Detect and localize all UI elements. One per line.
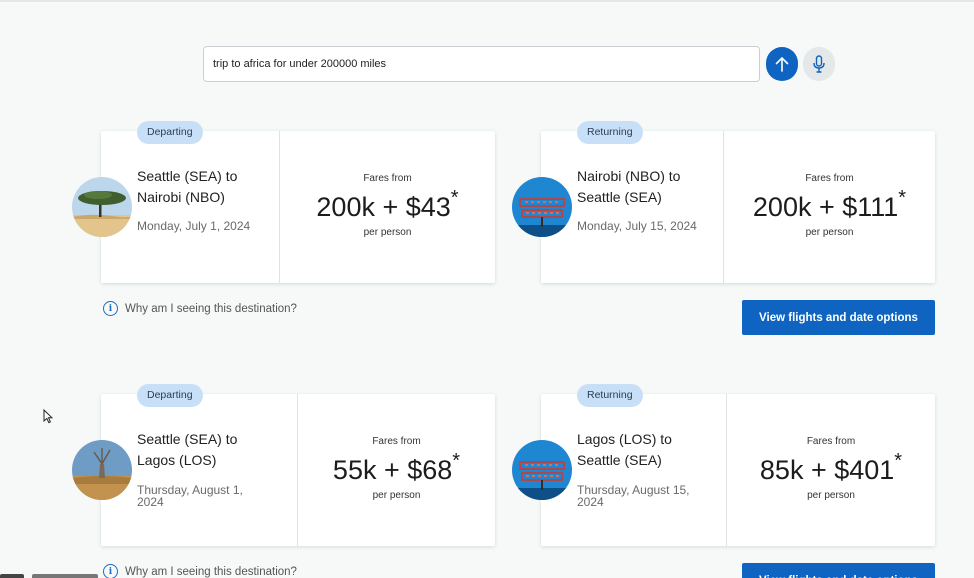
fare-section: Fares from 200k + $111* per person [724,131,935,283]
route-text: Seattle (SEA) to Lagos (LOS) [137,431,238,468]
fare-asterisk: * [450,187,459,209]
taskbar-item[interactable] [32,574,98,578]
fare-price-value: 200k + $43 [316,192,451,222]
fare-section: Fares from 200k + $43* per person [280,131,495,283]
fare-price: 55k + $68* [298,450,495,486]
per-person-label: per person [363,227,412,238]
returning-badge: Returning [577,384,643,407]
fare-price-value: 200k + $111 [752,192,899,222]
date-text: Thursday, August 1, 2024 [137,483,243,509]
fare-asterisk: * [894,450,903,472]
per-person-label: per person [807,490,855,501]
arrow-up-icon [775,56,789,72]
fare-price: 85k + $401* [727,450,935,486]
view-flights-button[interactable]: View flights and date options [742,563,935,578]
fares-from-label: Fares from [805,173,854,184]
view-flights-button[interactable]: View flights and date options [742,300,935,335]
search-input[interactable] [204,47,759,81]
public-market-sign-icon [512,177,572,237]
info-icon: i [103,564,118,578]
fare-price-value: 55k + $68 [332,455,453,485]
per-person-label: per person [372,490,421,501]
public-market-sign-icon [512,440,572,500]
departing-card[interactable]: Seattle (SEA) to Lagos (LOS) Thursday, A… [101,394,495,546]
fares-from-label: Fares from [372,436,421,447]
returning-card[interactable]: Nairobi (NBO) to Seattle (SEA) Monday, J… [541,131,935,283]
departing-badge: Departing [137,384,203,407]
why-destination-link[interactable]: i Why am I seeing this destination? [103,564,297,578]
microphone-button[interactable] [803,47,835,81]
per-person-label: per person [805,227,854,238]
acacia-tree-icon [72,177,132,237]
why-destination-text: Why am I seeing this destination? [125,565,297,578]
fare-section: Fares from 55k + $68* per person [298,394,495,546]
fare-asterisk: * [898,187,907,209]
fares-from-label: Fares from [806,436,856,447]
why-destination-text: Why am I seeing this destination? [125,302,297,315]
fare-price-value: 85k + $401 [759,455,895,485]
date-text: Monday, July 15, 2024 [577,219,697,233]
fares-from-label: Fares from [363,173,412,184]
returning-badge: Returning [577,121,643,144]
baobab-tree-icon [72,440,132,500]
date-text: Monday, July 1, 2024 [137,219,251,233]
fare-asterisk: * [452,450,461,472]
submit-button[interactable] [766,47,798,81]
search-box[interactable] [203,46,760,82]
top-divider [0,0,974,2]
route-text: Lagos (LOS) to Seattle (SEA) [577,431,672,468]
fare-section: Fares from 85k + $401* per person [727,394,935,546]
info-icon: i [103,301,118,316]
route-text: Seattle (SEA) to Nairobi (NBO) [137,168,238,205]
taskbar-item[interactable] [0,574,24,578]
mouse-cursor-icon [43,409,53,424]
route-text: Nairobi (NBO) to Seattle (SEA) [577,168,681,205]
returning-card[interactable]: Lagos (LOS) to Seattle (SEA) Thursday, A… [541,394,935,546]
microphone-icon [813,55,825,73]
fare-price: 200k + $43* [280,187,495,223]
departing-card[interactable]: Seattle (SEA) to Nairobi (NBO) Monday, J… [101,131,495,283]
departing-badge: Departing [137,121,203,144]
why-destination-link[interactable]: i Why am I seeing this destination? [103,301,297,316]
fare-price: 200k + $111* [724,187,935,223]
date-text: Thursday, August 15, 2024 [577,483,690,509]
